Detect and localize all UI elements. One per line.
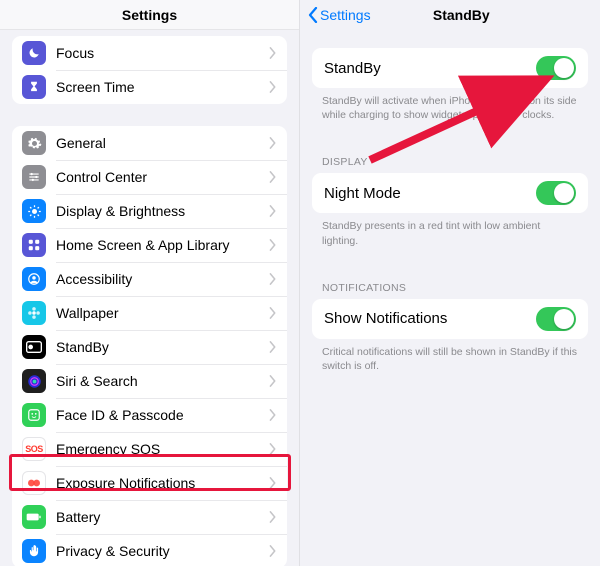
detail-header: Settings StandBy — [300, 0, 600, 30]
sidebar-item-label: Screen Time — [56, 79, 269, 95]
night-mode-label: Night Mode — [324, 185, 536, 202]
sidebar-item-label: Privacy & Security — [56, 543, 269, 559]
battery-icon — [22, 505, 46, 529]
sidebar-group-2: General Control Center Display & Brightnes… — [12, 126, 287, 566]
wallpaper-icon — [22, 301, 46, 325]
home-screen-icon — [22, 233, 46, 257]
focus-icon — [22, 41, 46, 65]
detail-panel: Settings StandBy StandBy StandBy will ac… — [300, 0, 600, 566]
standby-footnote: StandBy will activate when iPhone is pla… — [300, 88, 600, 122]
sidebar-item-label: Control Center — [56, 169, 269, 185]
sidebar-item-focus[interactable]: Focus — [12, 36, 287, 70]
sidebar-item-label: Home Screen & App Library — [56, 237, 269, 253]
sidebar-item-label: Emergency SOS — [56, 441, 269, 457]
sidebar-item-exposure[interactable]: Exposure Notifications — [12, 466, 287, 500]
sidebar-item-wallpaper[interactable]: Wallpaper — [12, 296, 287, 330]
night-mode-cell: Night Mode — [312, 173, 588, 213]
sidebar-item-label: Wallpaper — [56, 305, 269, 321]
sidebar-item-label: Exposure Notifications — [56, 475, 269, 491]
sidebar-item-control-center[interactable]: Control Center — [12, 160, 287, 194]
sidebar-item-label: Face ID & Passcode — [56, 407, 269, 423]
sidebar-item-label: Battery — [56, 509, 269, 525]
standby-toggle[interactable] — [536, 56, 576, 80]
standby-icon — [22, 335, 46, 359]
sidebar-item-screen-time[interactable]: Screen Time — [12, 70, 287, 104]
sidebar-item-faceid[interactable]: Face ID & Passcode — [12, 398, 287, 432]
emergency-sos-icon: SOS — [22, 437, 46, 461]
sidebar-item-emergency-sos[interactable]: SOS Emergency SOS — [12, 432, 287, 466]
display-brightness-icon — [22, 199, 46, 223]
sidebar-item-battery[interactable]: Battery — [12, 500, 287, 534]
general-icon — [22, 131, 46, 155]
back-button[interactable]: Settings — [308, 7, 371, 23]
sidebar-item-accessibility[interactable]: Accessibility — [12, 262, 287, 296]
sidebar-item-standby[interactable]: StandBy — [12, 330, 287, 364]
sidebar-item-label: Siri & Search — [56, 373, 269, 389]
show-notifications-label: Show Notifications — [324, 310, 536, 327]
sidebar-item-home-screen[interactable]: Home Screen & App Library — [12, 228, 287, 262]
back-label: Settings — [320, 7, 371, 23]
sidebar-item-siri-search[interactable]: Siri & Search — [12, 364, 287, 398]
privacy-icon — [22, 539, 46, 563]
show-notifications-toggle[interactable] — [536, 307, 576, 331]
accessibility-icon — [22, 267, 46, 291]
screen-time-icon — [22, 75, 46, 99]
siri-search-icon — [22, 369, 46, 393]
faceid-icon — [22, 403, 46, 427]
sidebar-item-label: Accessibility — [56, 271, 269, 287]
display-section-header: DISPLAY — [300, 156, 600, 173]
show-notifications-cell: Show Notifications — [312, 299, 588, 339]
sidebar-item-privacy[interactable]: Privacy & Security — [12, 534, 287, 566]
sidebar-item-label: Display & Brightness — [56, 203, 269, 219]
night-mode-cell-group: Night Mode — [312, 173, 588, 213]
sidebar-item-label: StandBy — [56, 339, 269, 355]
exposure-icon — [22, 471, 46, 495]
night-mode-toggle[interactable] — [536, 181, 576, 205]
standby-cell-group: StandBy — [312, 48, 588, 88]
standby-cell-label: StandBy — [324, 60, 536, 77]
show-notifications-footnote: Critical notifications will still be sho… — [300, 339, 600, 373]
sidebar-title: Settings — [0, 0, 299, 30]
sidebar-group-1: Focus Screen Time — [12, 36, 287, 104]
show-notifications-cell-group: Show Notifications — [312, 299, 588, 339]
settings-sidebar: Settings Focus Screen Time General Control… — [0, 0, 300, 566]
sidebar-item-label: Focus — [56, 45, 269, 61]
control-center-icon — [22, 165, 46, 189]
notifications-section-header: NOTIFICATIONS — [300, 282, 600, 299]
standby-cell: StandBy — [312, 48, 588, 88]
night-mode-footnote: StandBy presents in a red tint with low … — [300, 213, 600, 247]
sidebar-item-display-brightness[interactable]: Display & Brightness — [12, 194, 287, 228]
chevron-left-icon — [308, 7, 318, 23]
sidebar-item-label: General — [56, 135, 269, 151]
sidebar-item-general[interactable]: General — [12, 126, 287, 160]
